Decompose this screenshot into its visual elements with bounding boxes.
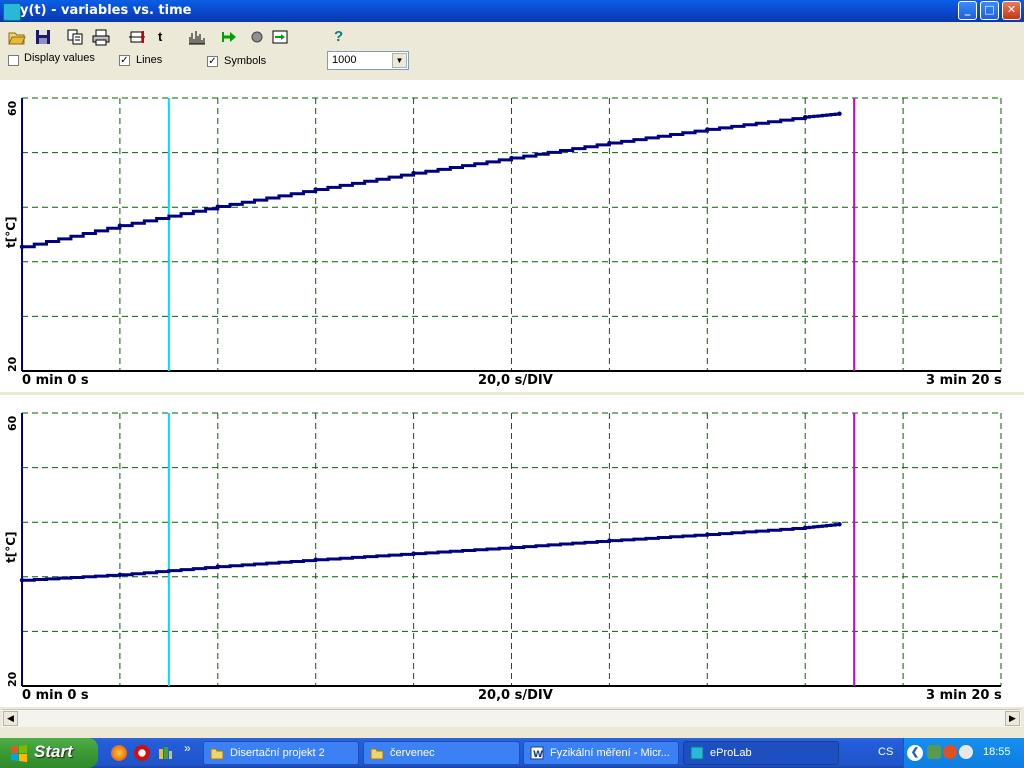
y-max-label: 60 <box>6 415 19 431</box>
start-button[interactable]: Start <box>0 738 98 768</box>
task-disertacni-projekt[interactable]: Disertační projekt 2 <box>203 741 359 765</box>
close-button[interactable]: ✕ <box>1002 1 1021 20</box>
display-values-label: Display values <box>24 52 95 64</box>
task-word-document[interactable]: W Fyzikální měření - Micr... <box>523 741 679 765</box>
data-point <box>705 532 710 537</box>
start-label: Start <box>34 742 73 761</box>
plot-top-canvas[interactable] <box>0 80 1024 392</box>
data-point <box>607 140 612 146</box>
data-point <box>313 187 318 192</box>
task-label: Disertační projekt 2 <box>230 747 325 759</box>
antivirus-tray-icon[interactable] <box>943 745 957 759</box>
symbols-label: Symbols <box>224 55 267 67</box>
y-axis-label: t[°C] <box>4 531 18 563</box>
status-bar <box>0 727 1024 737</box>
scroll-right-button[interactable]: ▶ <box>1005 711 1020 726</box>
network-tray-icon[interactable] <box>927 745 941 759</box>
data-point <box>803 114 808 120</box>
save-icon[interactable] <box>34 28 52 46</box>
points-select[interactable]: 1000 ▼ <box>327 51 409 70</box>
y-min-label: 20 <box>6 356 19 372</box>
data-point <box>837 111 842 116</box>
data-point <box>313 557 318 562</box>
folder-icon <box>210 748 224 760</box>
windows-logo-icon <box>11 745 27 762</box>
x-division-label: 20,0 s/DIV <box>478 373 553 388</box>
data-point <box>837 522 842 527</box>
data-series-line <box>22 523 841 582</box>
data-point <box>19 578 25 583</box>
print-icon[interactable] <box>92 28 110 46</box>
data-point <box>117 223 123 228</box>
data-point <box>215 564 220 569</box>
data-point <box>705 127 710 132</box>
y-min-label: 20 <box>6 671 19 687</box>
display-values-checkbox[interactable] <box>8 55 19 66</box>
window-title: y(t) - variables vs. time <box>20 3 192 18</box>
plot-bottom-canvas[interactable] <box>0 395 1024 707</box>
open-icon[interactable] <box>8 28 26 46</box>
plot-top[interactable]: 60 20 t[°C] 0 min 0 s 20,0 s/DIV 3 min 2… <box>0 80 1024 392</box>
chevron-down-icon[interactable]: ▼ <box>392 53 407 68</box>
time-cursor-button[interactable]: t <box>158 28 176 46</box>
scroll-left-button[interactable]: ◀ <box>3 711 18 726</box>
lines-checkbox[interactable]: ✓ <box>119 55 130 66</box>
task-label: Fyzikální měření - Micr... <box>550 747 670 759</box>
word-document-icon: W <box>530 746 544 760</box>
help-icon[interactable]: ? <box>334 28 352 46</box>
data-point <box>215 204 220 209</box>
y-axis-label: t[°C] <box>4 216 18 248</box>
eprolab-app-icon <box>690 746 704 760</box>
data-point <box>803 525 808 530</box>
network-tool-icon[interactable] <box>157 745 173 761</box>
data-point <box>607 538 612 543</box>
export-icon[interactable] <box>66 28 84 46</box>
clock: 18:55 <box>983 746 1011 758</box>
maximize-button[interactable]: □ <box>980 1 999 20</box>
x-end-label: 3 min 20 s <box>926 373 1002 388</box>
tray-expand-icon[interactable]: ❮ <box>907 745 923 761</box>
y-max-label: 60 <box>6 100 19 116</box>
lines-label: Lines <box>136 54 163 66</box>
record-icon[interactable] <box>248 28 266 46</box>
firefox-icon[interactable] <box>111 745 127 761</box>
task-eprolab[interactable]: eProLab <box>683 741 839 765</box>
points-select-value: 1000 <box>332 54 357 66</box>
cursor-range-icon[interactable] <box>128 28 146 46</box>
data-point <box>117 572 123 577</box>
x-start-label: 0 min 0 s <box>22 373 89 388</box>
title-bar[interactable]: y(t) - variables vs. time _ □ ✕ <box>0 0 1024 22</box>
x-end-label: 3 min 20 s <box>926 688 1002 703</box>
data-point <box>509 545 514 550</box>
data-point <box>509 155 514 161</box>
task-label: eProLab <box>710 747 752 759</box>
horizontal-scrollbar[interactable]: ◀ ▶ <box>2 709 1021 727</box>
x-start-label: 0 min 0 s <box>22 688 89 703</box>
data-point <box>19 244 25 249</box>
more-quicklaunch-icon[interactable]: » <box>184 741 191 755</box>
folder-icon <box>370 748 384 760</box>
symbols-checkbox[interactable]: ✓ <box>207 56 218 67</box>
data-point <box>411 551 416 556</box>
language-indicator[interactable]: CS <box>878 746 893 758</box>
data-point <box>411 170 416 176</box>
volume-tray-icon[interactable] <box>959 745 973 759</box>
minimize-button[interactable]: _ <box>958 1 977 20</box>
frequency-icon[interactable] <box>188 28 206 46</box>
data-series-line <box>22 112 841 249</box>
x-division-label: 20,0 s/DIV <box>478 688 553 703</box>
run-icon[interactable] <box>221 28 239 46</box>
task-label: červenec <box>390 747 435 759</box>
export-data-icon[interactable] <box>271 28 289 46</box>
task-cervenec[interactable]: červenec <box>363 741 520 765</box>
opera-icon[interactable] <box>134 745 150 761</box>
svg-text:W: W <box>533 750 543 760</box>
app-icon <box>3 3 21 21</box>
plot-bottom[interactable]: 60 20 t[°C] 0 min 0 s 20,0 s/DIV 3 min 2… <box>0 395 1024 707</box>
